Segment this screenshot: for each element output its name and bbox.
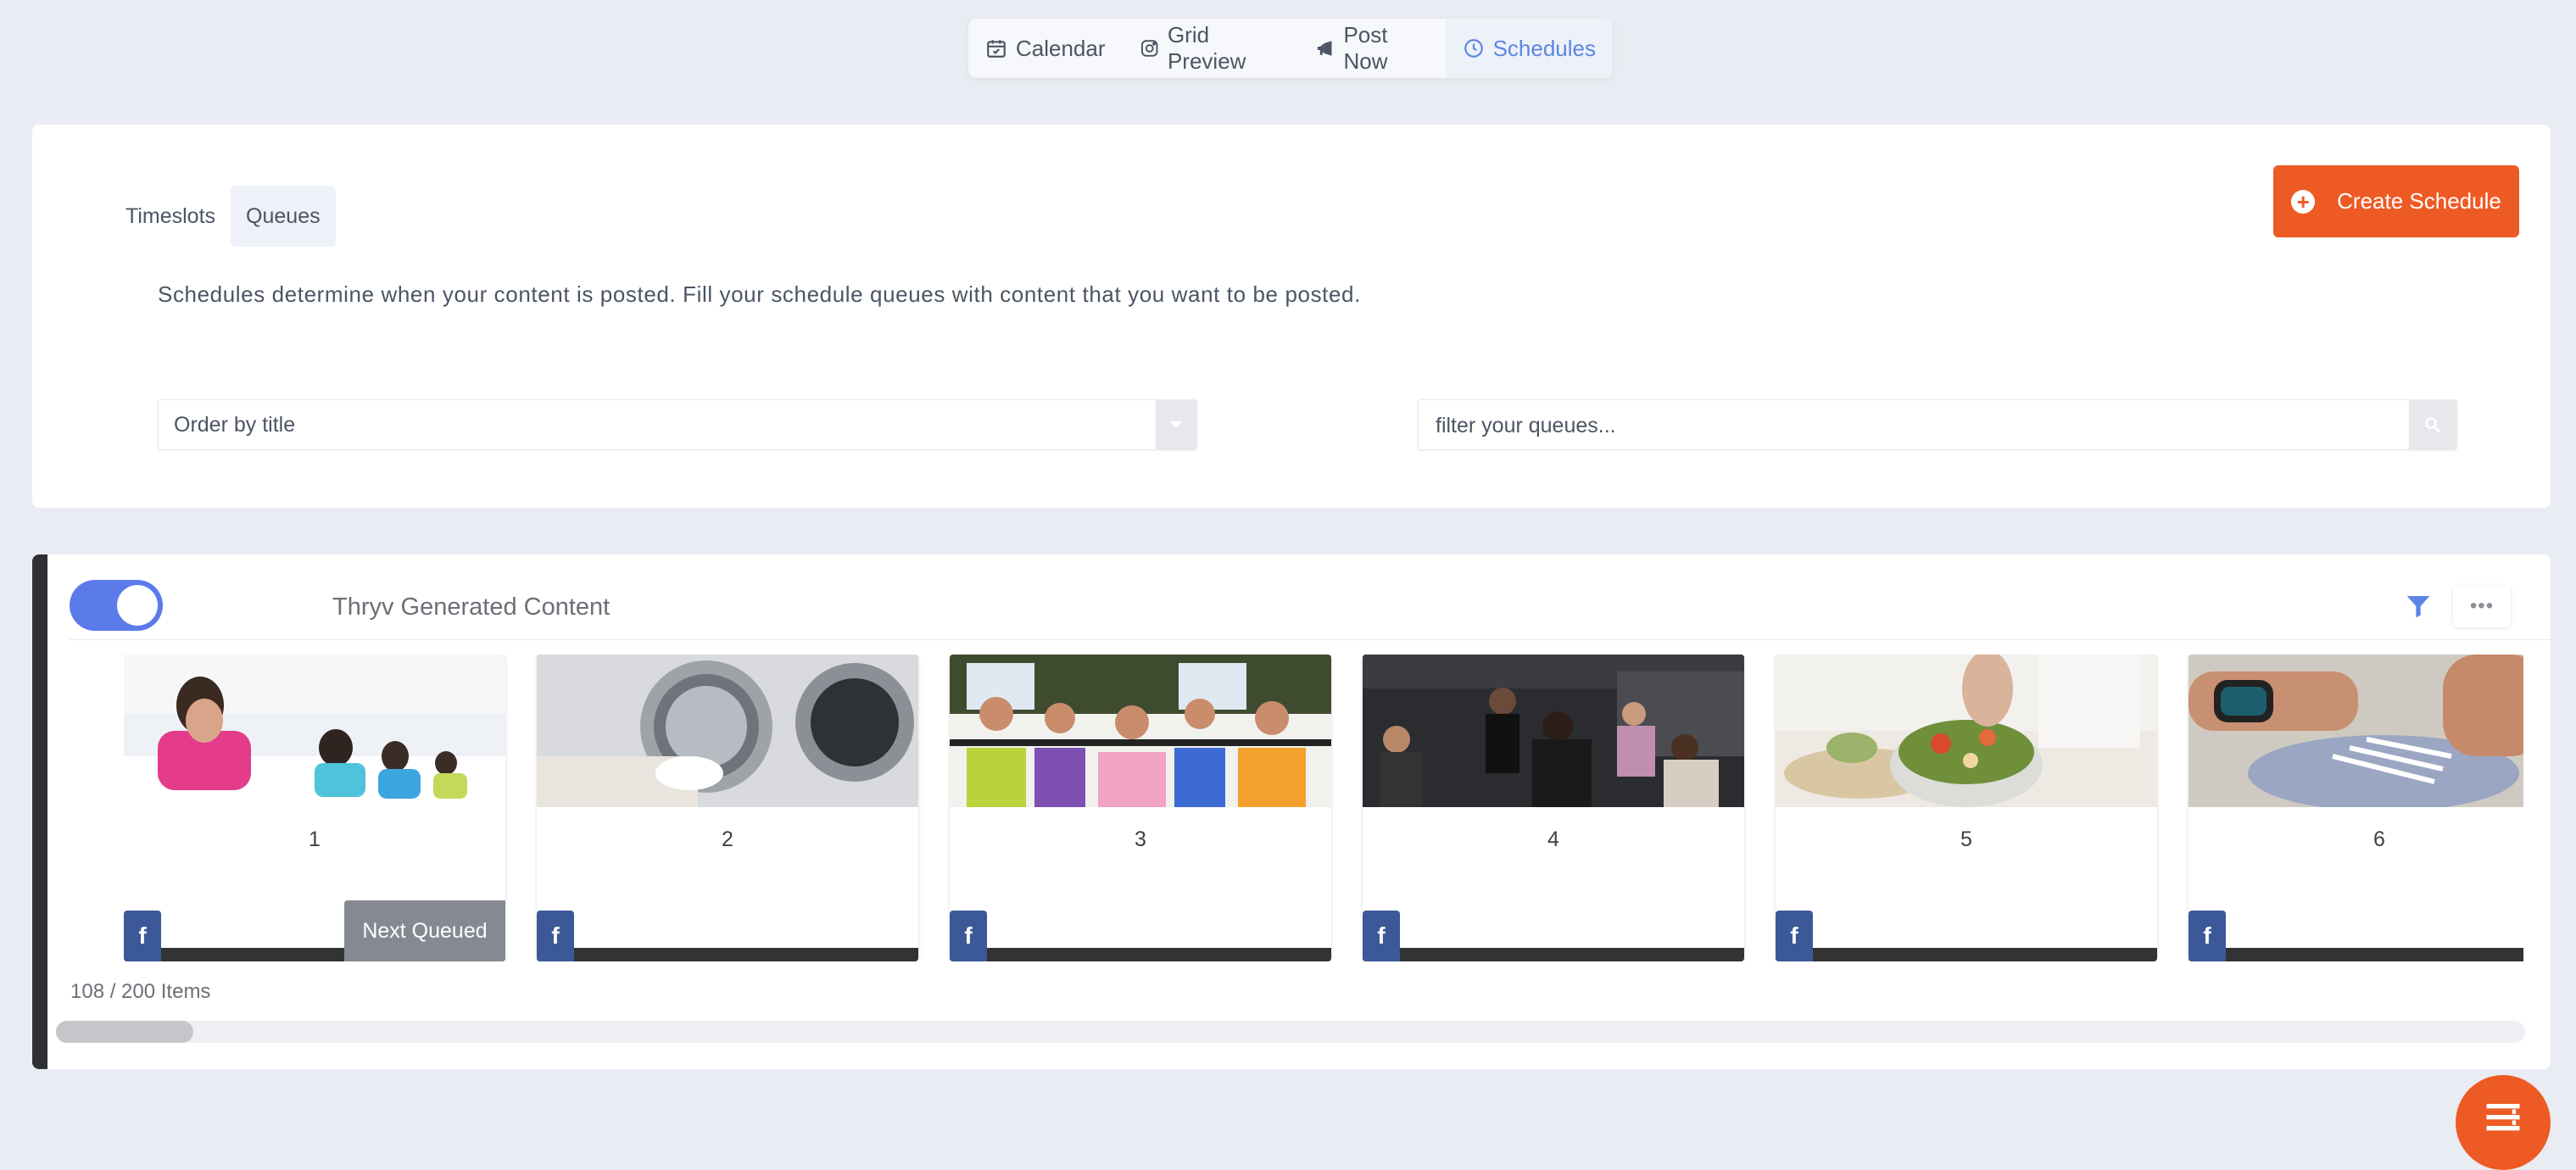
order-select[interactable]: Order by title xyxy=(158,399,1197,450)
queue-card: Thryv Generated Content ••• 1 f Next Que… xyxy=(32,554,2551,1069)
post-card[interactable]: 6 f xyxy=(2188,655,2523,961)
post-image-laundry xyxy=(537,655,918,807)
post-image-salad xyxy=(1776,655,2157,807)
post-number: 1 xyxy=(309,827,321,851)
nav-post-now[interactable]: Post Now xyxy=(1298,19,1446,78)
chevron-down-icon[interactable] xyxy=(1156,400,1196,449)
post-card-footer-bar xyxy=(950,948,1331,961)
queue-posts-strip: 1 f Next Queued 2 f 3 f 4 f 5 f 6 f xyxy=(124,655,2523,961)
create-schedule-button[interactable]: + Create Schedule xyxy=(2273,165,2519,237)
calendar-check-icon xyxy=(987,40,1006,58)
post-card-footer-bar xyxy=(1776,948,2157,961)
post-number: 3 xyxy=(1135,827,1146,851)
nav-calendar-label: Calendar xyxy=(1016,35,1106,61)
divider xyxy=(70,639,2551,640)
post-card[interactable]: 1 f Next Queued xyxy=(124,655,505,961)
instagram-icon xyxy=(1140,40,1157,57)
schedule-tabs: Timeslots Queues xyxy=(110,186,336,247)
post-card[interactable]: 4 f xyxy=(1363,655,1744,961)
create-schedule-label: Create Schedule xyxy=(2337,188,2501,214)
post-number: 5 xyxy=(1960,827,1972,851)
nav-calendar[interactable]: Calendar xyxy=(968,19,1123,78)
scrollbar-thumb[interactable] xyxy=(56,1021,193,1043)
post-card-footer-bar xyxy=(537,948,918,961)
nav-schedules[interactable]: Schedules xyxy=(1445,19,1613,78)
post-card-footer-bar xyxy=(1363,948,1744,961)
facebook-icon: f xyxy=(1776,911,1813,961)
megaphone-icon xyxy=(1318,41,1332,56)
queue-items-count: 108 / 200 Items xyxy=(70,980,211,1003)
nav-schedules-label: Schedules xyxy=(1492,35,1596,61)
filter-queues xyxy=(1418,399,2457,450)
facebook-icon: f xyxy=(2188,911,2226,961)
post-image-shoe-lacing xyxy=(2188,655,2523,807)
nav-grid-preview[interactable]: Grid Preview xyxy=(1123,19,1299,78)
top-nav: Calendar Grid Preview Post Now Schedules xyxy=(968,19,1613,78)
floating-menu-button[interactable] xyxy=(2456,1075,2551,1170)
post-card[interactable]: 2 f xyxy=(537,655,918,961)
tab-queues[interactable]: Queues xyxy=(231,186,336,247)
schedules-header-card: Timeslots Queues + Create Schedule Sched… xyxy=(32,125,2551,508)
post-number: 6 xyxy=(2373,827,2385,851)
ellipsis-icon: ••• xyxy=(2469,594,2495,617)
post-number: 2 xyxy=(722,827,733,851)
clock-icon xyxy=(1464,39,1483,58)
nav-post-now-label: Post Now xyxy=(1343,22,1388,74)
nav-grid-preview-label: Grid Preview xyxy=(1167,22,1246,74)
facebook-icon: f xyxy=(950,911,987,961)
facebook-icon: f xyxy=(124,911,161,961)
server-stack-icon xyxy=(2486,1103,2520,1131)
post-card-footer-bar xyxy=(2188,948,2523,961)
order-select-value: Order by title xyxy=(174,413,296,437)
more-options-button[interactable]: ••• xyxy=(2453,585,2511,627)
facebook-icon: f xyxy=(1363,911,1400,961)
plus-circle-icon: + xyxy=(2291,189,2316,214)
next-queued-badge: Next Queued xyxy=(344,900,505,961)
search-button[interactable] xyxy=(2409,400,2456,449)
queue-title: Thryv Generated Content xyxy=(332,593,611,621)
queue-enabled-toggle[interactable] xyxy=(70,580,163,631)
post-number: 4 xyxy=(1547,827,1559,851)
facebook-icon: f xyxy=(537,911,574,961)
horizontal-scrollbar[interactable] xyxy=(56,1021,2525,1043)
queue-card-accent-bar xyxy=(32,554,47,1069)
filter-queues-input[interactable] xyxy=(1434,410,2370,441)
post-image-spin-class xyxy=(124,655,505,807)
post-card[interactable]: 5 f xyxy=(1776,655,2157,961)
schedules-description: Schedules determine when your content is… xyxy=(158,281,1361,307)
post-image-group-fitness xyxy=(950,655,1331,807)
post-card[interactable]: 3 f xyxy=(950,655,1331,961)
toggle-knob xyxy=(117,585,158,626)
search-icon xyxy=(2425,417,2441,433)
filter-icon[interactable] xyxy=(2405,593,2432,620)
post-image-gym-class xyxy=(1363,655,1744,807)
tab-timeslots[interactable]: Timeslots xyxy=(110,186,231,247)
